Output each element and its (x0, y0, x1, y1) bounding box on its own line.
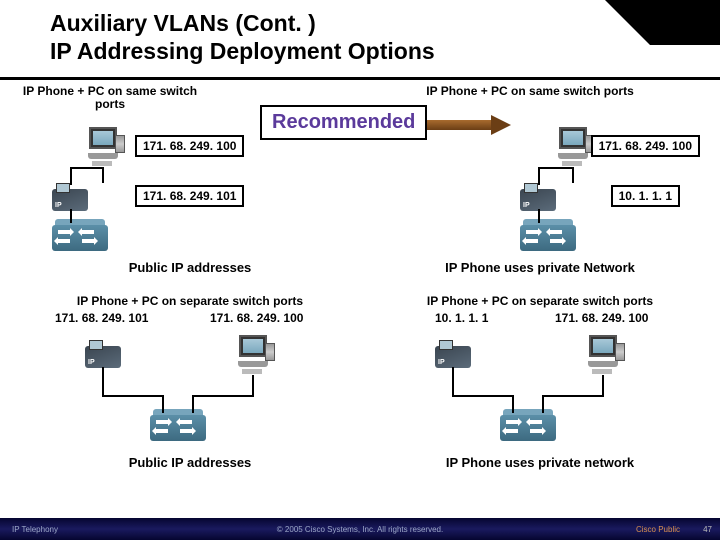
pc-icon (235, 335, 275, 375)
quadrant-bottom-left: IP Phone + PC on separate switch ports 1… (20, 295, 360, 495)
phone-icon: IP (520, 183, 556, 211)
footer-copyright: © 2005 Cisco Systems, Inc. All rights re… (277, 525, 443, 534)
footer-right: Cisco Public (636, 525, 680, 534)
quad-caption: Public IP addresses (20, 455, 360, 470)
quad-caption: IP Phone uses private network (380, 455, 700, 470)
footer-left: IP Telephony (12, 525, 58, 534)
phone-icon: IP (85, 340, 121, 368)
switch-icon (52, 225, 108, 251)
ip-phone: 171. 68. 249. 101 (55, 311, 148, 325)
ip-pc: 171. 68. 249. 100 (210, 311, 303, 325)
quadrant-top-right: IP Phone + PC on same switch ports 171. … (380, 85, 700, 285)
switch-icon (520, 225, 576, 251)
quad-caption: Public IP addresses (20, 260, 360, 275)
recommended-badge: Recommended (260, 105, 427, 140)
pc-icon (555, 127, 595, 167)
slide-title: Auxiliary VLANs (Cont. ) IP Addressing D… (50, 10, 670, 65)
pc-icon (585, 335, 625, 375)
ip-phone: 10. 1. 1. 1 (611, 185, 680, 207)
pc-icon (85, 127, 125, 167)
ip-phone: 171. 68. 249. 101 (135, 185, 244, 207)
phone-icon: IP (52, 183, 88, 211)
quad-title: IP Phone + PC on separate switch ports (380, 295, 700, 308)
title-line2: IP Addressing Deployment Options (50, 38, 435, 64)
quad-title: IP Phone + PC on separate switch ports (20, 295, 360, 308)
quad-caption: IP Phone uses private Network (380, 260, 700, 275)
ip-phone: 10. 1. 1. 1 (435, 311, 488, 325)
slide-footer: IP Telephony © 2005 Cisco Systems, Inc. … (0, 518, 720, 540)
slide-body: Recommended IP Phone + PC on same switch… (0, 80, 720, 510)
switch-icon (500, 415, 556, 441)
quad-title: IP Phone + PC on same switch ports (20, 85, 200, 111)
switch-icon (150, 415, 206, 441)
ip-pc: 171. 68. 249. 100 (135, 135, 244, 157)
quadrant-bottom-right: IP Phone + PC on separate switch ports 1… (380, 295, 700, 495)
quad-title: IP Phone + PC on same switch ports (380, 85, 680, 98)
phone-icon: IP (435, 340, 471, 368)
title-line1: Auxiliary VLANs (Cont. ) (50, 10, 316, 36)
slide-header: Auxiliary VLANs (Cont. ) IP Addressing D… (0, 0, 720, 80)
corner-decoration (650, 0, 720, 45)
page-number: 47 (703, 525, 712, 534)
ip-pc: 171. 68. 249. 100 (591, 135, 700, 157)
ip-pc: 171. 68. 249. 100 (555, 311, 648, 325)
